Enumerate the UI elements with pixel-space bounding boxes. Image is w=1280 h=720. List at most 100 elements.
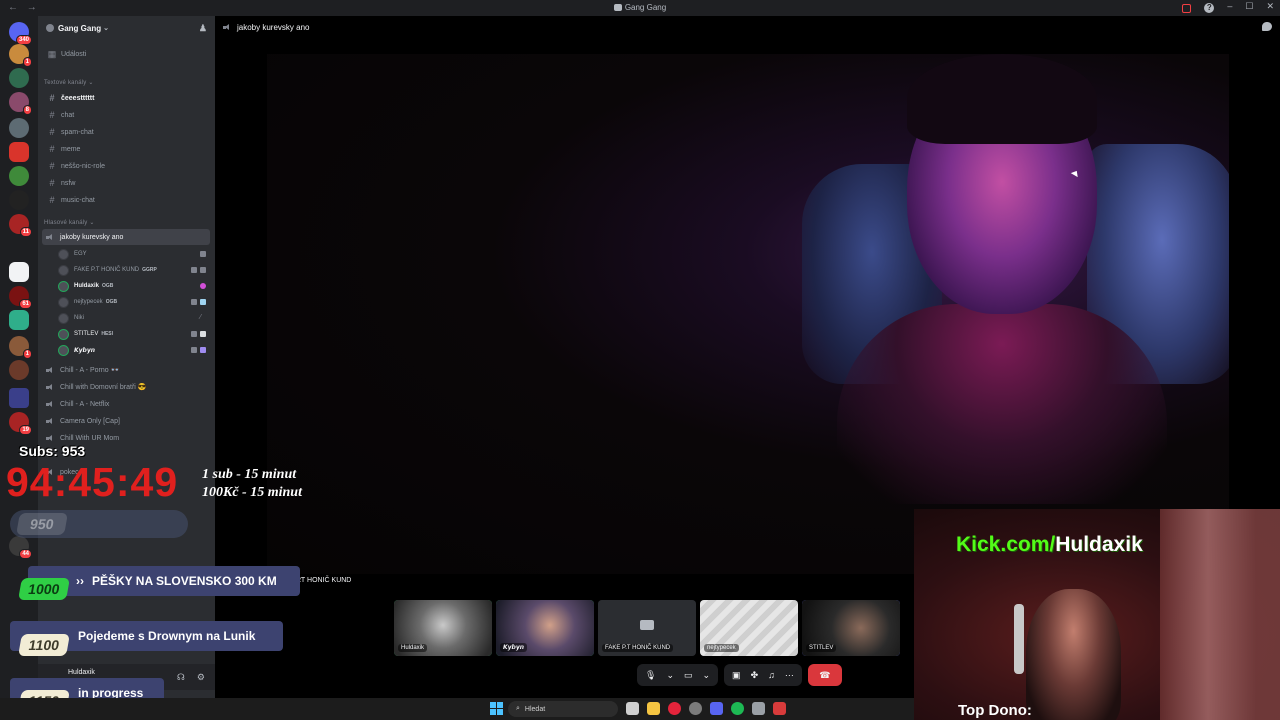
spotify-icon[interactable] [731,702,744,715]
task-view-icon[interactable] [626,702,639,715]
help-icon[interactable]: ? [1204,3,1215,13]
voice-member[interactable]: STITLEV HESI [58,326,208,342]
maximize-button[interactable]: ☐ [1245,1,1253,13]
text-category[interactable]: Textové kanály ⌄ [44,79,94,86]
camera-icon[interactable]: ▭ [684,670,693,681]
activity-controls[interactable]: ▣ ✤ ♫ ⋯ [724,664,802,686]
channel-label: nsfw [61,179,76,187]
server-icon[interactable]: 19 [9,412,32,435]
channel-item[interactable]: # chat [42,107,210,123]
disconnect-button[interactable]: ☎ [807,664,842,686]
folder-icon[interactable] [9,388,29,408]
member-name: EGY [74,251,87,257]
screen-share-icon[interactable]: ▣ [732,670,741,681]
close-button[interactable]: ✕ [1266,1,1274,13]
voice-category[interactable]: Hlasové kanály ⌄ [44,219,95,226]
mic-control[interactable]: 🎙 ⌄ ▭ ⌄ [637,664,719,686]
participant-tile[interactable]: nejtypecek [700,600,798,656]
voice-channel[interactable]: Chill - A - Porno 👓 [42,362,210,378]
avatar [58,280,69,292]
voice-member[interactable]: FAKE P.T HONIČ KUND GGRP [58,262,208,278]
participant-tile[interactable]: 𝙆𝙮𝙗𝙮𝙣 [496,600,594,656]
channel-item[interactable]: # meme [42,141,210,157]
server-icon[interactable] [9,68,29,88]
more-icon[interactable]: ⋯ [785,670,794,681]
server-icon[interactable]: 1 [9,44,32,67]
channel-item[interactable]: # spam-chat [42,124,210,140]
member-tag: OGB [105,299,118,305]
member-status [200,283,206,289]
member-name: nejtypecek [74,299,103,305]
participant-tile[interactable]: STITLEV [802,600,900,656]
activity-icon [200,283,206,289]
activities-icon[interactable]: ✤ [751,670,759,681]
member-status [191,347,206,353]
inbox-icon[interactable] [1182,4,1192,13]
taskbar-search[interactable]: ⌕ Hledat [508,701,618,717]
voice-channel[interactable]: Chill - A - Netflix [42,396,210,412]
active-voice-channel[interactable]: jakoby kurevsky ano [42,229,210,245]
chat-icon[interactable] [1262,22,1272,31]
member-tag: OGB [102,283,114,289]
camera-icon [640,620,654,630]
server-badge: 11 [19,227,32,237]
soundboard-icon[interactable]: ♫ [768,670,775,680]
discord-icon[interactable] [710,702,723,715]
server-icon[interactable] [9,190,29,210]
file-explorer-icon[interactable] [647,702,660,715]
voice-channel[interactable]: Camera Only [Cap] [42,413,210,429]
app-icon[interactable] [773,702,786,715]
channel-label: chat [61,111,75,119]
voice-channel[interactable]: Chill with Domovní bratři 😎 [42,379,210,395]
server-badge: 61 [19,299,32,309]
opera-icon[interactable] [668,702,681,715]
server-icon[interactable]: 1 [9,336,32,359]
server-header[interactable]: Gang Gang ⌄ ♟ [38,16,215,40]
channel-item[interactable]: # music-chat [42,192,210,208]
server-icon[interactable]: 44 [9,536,32,559]
obs-icon[interactable] [689,702,702,715]
channel-item[interactable]: # neššo-nic-role [42,158,210,174]
server-icon[interactable] [9,118,29,138]
channel-item[interactable]: # čeeestttttt [42,90,210,106]
server-badge: 8 [22,105,32,115]
windows-start-icon[interactable] [490,702,503,715]
server-icon[interactable]: 11 [9,214,32,237]
member-status [200,251,206,257]
voice-member[interactable]: EGY [58,246,208,262]
events-item[interactable]: ▦ Události [42,46,210,62]
server-icon[interactable]: 61 [9,286,32,309]
microphone-icon[interactable]: 🎙 [645,670,656,681]
channel-item[interactable]: # nsfw [42,175,210,191]
minimize-button[interactable]: – [1227,1,1232,13]
server-icon[interactable] [9,166,29,186]
direct-messages-icon[interactable]: 340 [9,22,32,45]
gear-icon[interactable]: ⚙ [197,672,205,683]
voice-member[interactable]: 𝙆𝙮𝙗𝙮𝙣 [58,342,208,358]
timer-rules: 1 sub - 15 minut 100Kč - 15 minut [202,466,302,502]
voice-member[interactable]: Niki ⁄ [58,310,208,326]
server-icon[interactable]: 8 [9,92,32,115]
settings-icon[interactable] [752,702,765,715]
participant-tile[interactable]: Huldaxik [394,600,492,656]
avatar [58,296,69,308]
participant-tile[interactable]: FAKE P.T HONIČ KUND [598,600,696,656]
hash-icon: # [49,195,55,205]
chevron-down-icon[interactable]: ⌄ [666,670,674,681]
participant-label: RT HONIČ KUND [296,577,352,584]
goal-label: PĚŠKY NA SLOVENSKO 300 KM [92,574,277,588]
category-label: Hlasové kanály [44,220,88,226]
server-icon[interactable] [9,310,29,330]
server-icon[interactable] [9,262,29,282]
person-torso [837,304,1167,504]
server-icon[interactable] [9,142,29,162]
voice-member[interactable]: Huldaxik OGB [58,278,208,294]
server-icon[interactable] [9,360,29,380]
camera-icon [191,347,197,353]
add-member-icon[interactable]: ♟ [199,23,207,34]
stream-icon [200,267,206,273]
headphones-icon[interactable]: ☊ [177,672,185,683]
chevron-down-icon[interactable]: ⌄ [703,670,711,681]
focused-video[interactable] [267,54,1229,574]
voice-member[interactable]: nejtypecek OGB [58,294,208,310]
